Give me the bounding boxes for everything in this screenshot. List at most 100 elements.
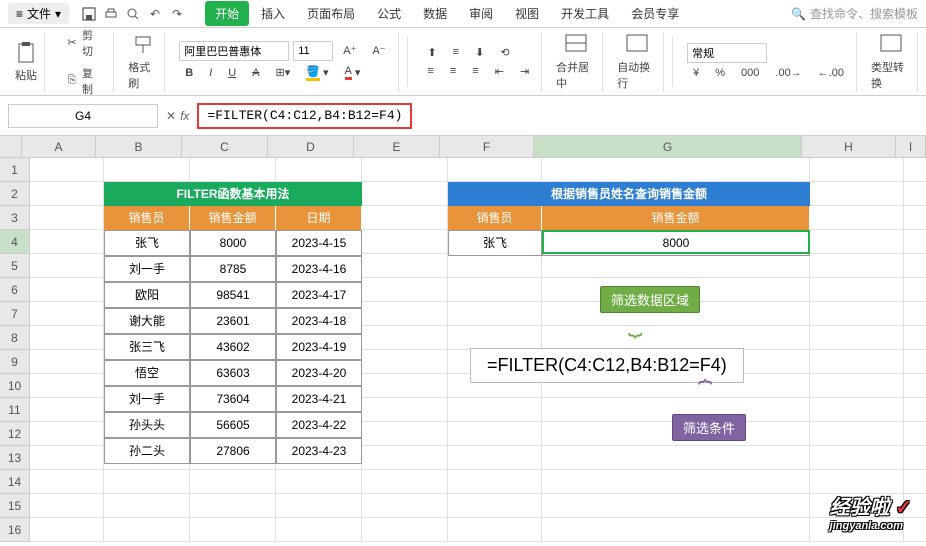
name-box[interactable]: G4 <box>8 104 158 128</box>
left-cell-r1-c2[interactable]: 2023-4-16 <box>276 256 362 282</box>
font-name-combo[interactable]: 阿里巴巴普惠体 <box>179 41 289 61</box>
fill-color-button[interactable]: 🪣▾ <box>300 63 334 83</box>
left-cell-r1-c0[interactable]: 刘一手 <box>104 256 190 282</box>
col-header-F[interactable]: F <box>440 136 534 157</box>
col-header-G[interactable]: G <box>534 136 802 157</box>
tab-member[interactable]: 会员专享 <box>621 1 689 26</box>
row-header-3[interactable]: 3 <box>0 206 30 230</box>
orientation-icon[interactable]: ⟲ <box>494 44 515 61</box>
left-cell-r5-c0[interactable]: 悟空 <box>104 360 190 386</box>
col-header-E[interactable]: E <box>354 136 440 157</box>
merge-button[interactable]: 合并居中 <box>556 33 596 91</box>
left-cell-r1-c1[interactable]: 8785 <box>190 256 276 282</box>
col-header-I[interactable]: I <box>896 136 926 157</box>
align-right-icon[interactable]: ≡ <box>466 63 484 79</box>
row-header-2[interactable]: 2 <box>0 182 30 206</box>
left-cell-r4-c0[interactable]: 张三飞 <box>104 334 190 360</box>
tab-view[interactable]: 视图 <box>505 1 549 26</box>
left-cell-r5-c1[interactable]: 63603 <box>190 360 276 386</box>
left-cell-r3-c1[interactable]: 23601 <box>190 308 276 334</box>
row-header-12[interactable]: 12 <box>0 422 30 446</box>
col-header-B[interactable]: B <box>96 136 182 157</box>
tab-formulas[interactable]: 公式 <box>367 1 411 26</box>
left-cell-r2-c2[interactable]: 2023-4-17 <box>276 282 362 308</box>
left-cell-r6-c0[interactable]: 刘一手 <box>104 386 190 412</box>
col-header-A[interactable]: A <box>22 136 96 157</box>
border-button[interactable]: ⊞▾ <box>270 64 297 81</box>
select-all-corner[interactable] <box>0 136 22 157</box>
tab-start[interactable]: 开始 <box>205 1 249 26</box>
number-format-combo[interactable]: 常规 <box>687 43 767 63</box>
left-cell-r7-c0[interactable]: 孙头头 <box>104 412 190 438</box>
row-header-10[interactable]: 10 <box>0 374 30 398</box>
left-cell-r8-c0[interactable]: 孙二头 <box>104 438 190 464</box>
right-d0[interactable]: 张飞 <box>448 230 542 256</box>
paste-button[interactable]: 粘贴 <box>14 41 38 83</box>
italic-button[interactable]: I <box>203 65 218 81</box>
spreadsheet-grid[interactable]: ABCDEFGHI 12345678910111213141516 FILTER… <box>0 136 926 546</box>
left-cell-r6-c1[interactable]: 73604 <box>190 386 276 412</box>
left-cell-r4-c1[interactable]: 43602 <box>190 334 276 360</box>
row-header-7[interactable]: 7 <box>0 302 30 326</box>
fx-icon[interactable]: fx <box>180 109 189 123</box>
col-header-C[interactable]: C <box>182 136 268 157</box>
dec-decimal-icon[interactable]: ←.00 <box>812 65 850 81</box>
formula-input[interactable]: =FILTER(C4:C12,B4:B12=F4) <box>197 103 412 129</box>
cancel-icon[interactable]: ✕ <box>166 109 176 123</box>
left-cell-r0-c2[interactable]: 2023-4-15 <box>276 230 362 256</box>
left-cell-r7-c2[interactable]: 2023-4-22 <box>276 412 362 438</box>
col-header-H[interactable]: H <box>802 136 896 157</box>
search-box[interactable]: 🔍 查找命令、搜索模板 <box>791 5 918 22</box>
wrap-button[interactable]: 自动换行 <box>617 33 657 91</box>
left-cell-r8-c1[interactable]: 27806 <box>190 438 276 464</box>
align-bottom-icon[interactable]: ⬇ <box>469 44 490 61</box>
left-cell-r4-c2[interactable]: 2023-4-19 <box>276 334 362 360</box>
left-cell-r3-c0[interactable]: 谢大能 <box>104 308 190 334</box>
tab-review[interactable]: 审阅 <box>459 1 503 26</box>
row-header-16[interactable]: 16 <box>0 518 30 542</box>
row-header-9[interactable]: 9 <box>0 350 30 374</box>
align-middle-icon[interactable]: ≡ <box>447 44 465 60</box>
tab-page-layout[interactable]: 页面布局 <box>297 1 365 26</box>
row-header-13[interactable]: 13 <box>0 446 30 470</box>
left-cell-r0-c0[interactable]: 张飞 <box>104 230 190 256</box>
type-convert-button[interactable]: 类型转换 <box>871 33 911 91</box>
left-cell-r0-c1[interactable]: 8000 <box>190 230 276 256</box>
row-header-8[interactable]: 8 <box>0 326 30 350</box>
file-menu[interactable]: ≡ 文件 ▾ <box>8 3 69 24</box>
col-header-D[interactable]: D <box>268 136 354 157</box>
left-cell-r5-c2[interactable]: 2023-4-20 <box>276 360 362 386</box>
left-cell-r2-c0[interactable]: 欧阳 <box>104 282 190 308</box>
increase-font-icon[interactable]: A⁺ <box>337 42 362 59</box>
underline-button[interactable]: U <box>222 65 242 81</box>
cut-button[interactable]: ✂剪切 <box>59 25 107 61</box>
row-header-6[interactable]: 6 <box>0 278 30 302</box>
tab-dev-tools[interactable]: 开发工具 <box>551 1 619 26</box>
save-icon[interactable] <box>81 6 97 22</box>
row-header-1[interactable]: 1 <box>0 158 30 182</box>
undo-icon[interactable]: ↶ <box>147 6 163 22</box>
left-cell-r7-c1[interactable]: 56605 <box>190 412 276 438</box>
cells-area[interactable]: FILTER函数基本用法 销售员 销售金额 日期 张飞80002023-4-15… <box>30 158 926 542</box>
left-cell-r6-c2[interactable]: 2023-4-21 <box>276 386 362 412</box>
percent-icon[interactable]: % <box>709 65 731 81</box>
comma-icon[interactable]: 000 <box>735 65 765 81</box>
copy-button[interactable]: ⎘复制 <box>59 63 107 99</box>
indent-dec-icon[interactable]: ⇤ <box>489 63 510 80</box>
align-left-icon[interactable]: ≡ <box>421 63 439 79</box>
row-header-14[interactable]: 14 <box>0 470 30 494</box>
align-center-icon[interactable]: ≡ <box>444 63 462 79</box>
row-header-5[interactable]: 5 <box>0 254 30 278</box>
decrease-font-icon[interactable]: A⁻ <box>366 42 391 59</box>
currency-icon[interactable]: ¥ <box>687 65 705 81</box>
row-header-11[interactable]: 11 <box>0 398 30 422</box>
left-cell-r2-c1[interactable]: 98541 <box>190 282 276 308</box>
align-top-icon[interactable]: ⬆ <box>421 44 442 61</box>
font-size-combo[interactable]: 11 <box>293 41 333 61</box>
inc-decimal-icon[interactable]: .00→ <box>769 65 807 81</box>
font-color-button[interactable]: A▾ <box>339 63 367 82</box>
indent-inc-icon[interactable]: ⇥ <box>514 63 535 80</box>
print-icon[interactable] <box>103 6 119 22</box>
redo-icon[interactable]: ↷ <box>169 6 185 22</box>
left-cell-r3-c2[interactable]: 2023-4-18 <box>276 308 362 334</box>
